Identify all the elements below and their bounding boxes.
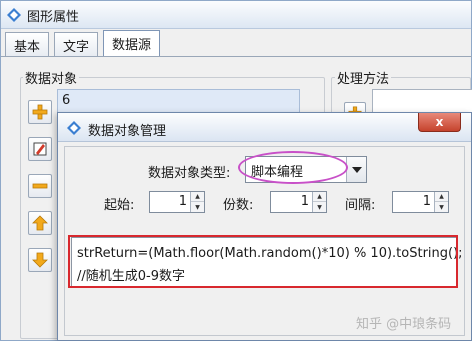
tab-label: 数据源 [112, 38, 152, 53]
spin-up-icon[interactable]: ▲ [313, 192, 326, 202]
tab-text[interactable]: 文字 [54, 32, 99, 56]
interval-spinner[interactable]: 1 ▲ ▼ [392, 191, 449, 213]
spin-down-icon[interactable]: ▼ [191, 202, 204, 212]
data-objects-label: 数据对象 [23, 68, 80, 87]
spin-down-icon[interactable]: ▼ [435, 202, 448, 212]
title-bar: 图形属性 [1, 1, 471, 29]
tab-divider [1, 56, 472, 57]
processing-label: 处理方法 [335, 68, 392, 87]
spin-up-icon[interactable]: ▲ [435, 192, 448, 202]
type-label: 数据对象类型: [148, 166, 231, 181]
close-button[interactable]: x [418, 113, 461, 132]
remove-button[interactable] [28, 174, 52, 198]
spin-down-icon[interactable]: ▼ [313, 202, 326, 212]
app-icon [67, 121, 81, 135]
spinner-buttons: ▲ ▼ [312, 192, 326, 212]
app-icon [7, 8, 21, 22]
chevron-down-icon[interactable] [346, 157, 366, 182]
tab-label: 基本 [14, 40, 41, 55]
edit-icon [33, 142, 47, 156]
move-up-button[interactable] [28, 211, 52, 235]
move-up-icon [32, 215, 48, 231]
code-line: //随机生成0-9数字 [77, 269, 185, 284]
remove-icon [32, 183, 48, 189]
tab-basic[interactable]: 基本 [5, 32, 50, 56]
copies-spinner[interactable]: 1 ▲ ▼ [270, 191, 327, 213]
spinner-buttons: ▲ ▼ [190, 192, 204, 212]
edit-button[interactable] [28, 137, 52, 161]
script-editor[interactable]: strReturn=(Math.floor(Math.random()*10) … [71, 237, 463, 287]
start-spinner[interactable]: 1 ▲ ▼ [149, 191, 205, 213]
spinner-buttons: ▲ ▼ [434, 192, 448, 212]
add-icon [32, 104, 48, 120]
window-title: 图形属性 [27, 10, 80, 25]
type-value: 脚本编程 [251, 165, 304, 180]
type-select[interactable]: 脚本编程 [245, 156, 367, 183]
dialog-title: 数据对象管理 [88, 124, 167, 139]
copies-label: 份数: [223, 198, 254, 213]
start-value: 1 [178, 194, 187, 209]
code-line: strReturn=(Math.floor(Math.random()*10) … [77, 246, 463, 261]
move-down-icon [32, 252, 48, 268]
start-label: 起始: [104, 198, 135, 213]
copies-value: 1 [300, 194, 309, 209]
move-down-button[interactable] [28, 248, 52, 272]
tab-label: 文字 [63, 40, 90, 55]
close-icon: x [435, 115, 444, 129]
tab-datasource[interactable]: 数据源 [103, 30, 161, 56]
interval-label: 间隔: [345, 198, 376, 213]
list-item[interactable]: 6 [62, 93, 70, 108]
interval-value: 1 [422, 194, 431, 209]
add-button[interactable] [28, 100, 52, 124]
dialog-title-bar: 数据对象管理 x [58, 113, 471, 142]
spin-up-icon[interactable]: ▲ [191, 192, 204, 202]
data-object-management-dialog: 数据对象管理 x 数据对象类型: 脚本编程 起始: 1 ▲ ▼ 份数: 1 ▲ … [57, 112, 472, 341]
watermark: 知乎 @中琅条码 [356, 317, 452, 332]
